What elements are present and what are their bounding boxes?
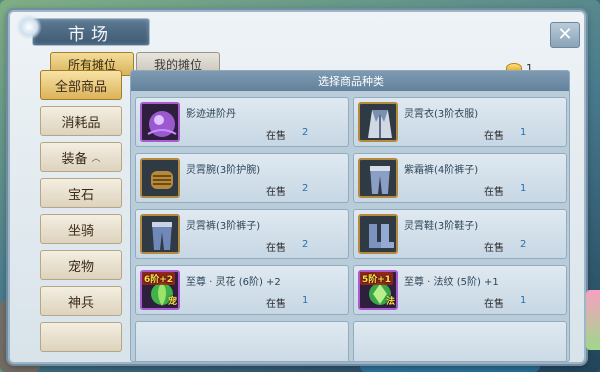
rank-tag: 5阶+1 [360,272,394,285]
item-count: 2 [520,239,527,250]
item-card[interactable]: 灵霄衣(3阶衣服) 在售 1 [353,97,567,147]
sidebar-item-gems[interactable]: 宝石 [40,178,122,208]
item-status: 在售 [484,187,504,198]
item-card-partial[interactable] [353,321,567,361]
item-name: 紫霜裤(4阶裤子) [404,165,479,176]
item-status: 在售 [266,299,286,310]
sidebar-item-label: 宠物 [67,259,94,275]
sidebar-item-equipment[interactable]: 装备 ︿ [40,142,122,172]
item-name: 至尊 · 法纹 (5阶) +1 [404,277,499,288]
item-card-partial[interactable] [135,321,349,361]
robe-icon [358,102,398,142]
chevron-up-icon: ︿ [91,153,101,164]
item-card[interactable]: 灵霄鞋(3阶鞋子) 在售 2 [353,209,567,259]
sidebar-item-label: 神兵 [67,295,94,311]
spirit-flower-icon: 6阶+2 宠 [140,270,180,310]
sidebar-item-label: 全部商品 [54,79,107,95]
item-name: 灵霄鞋(3阶鞋子) [404,221,479,232]
item-count: 2 [302,239,309,250]
edge-widget[interactable] [586,290,600,350]
sidebar-item-label: 宝石 [67,187,94,203]
item-count: 1 [520,295,527,306]
sidebar-item-pets[interactable]: 宠物 [40,250,122,280]
category-sidebar[interactable]: 全部商品 消耗品 装备 ︿ 宝石 坐骑 宠物 神兵 [36,68,128,372]
item-name: 灵霄衣(3阶衣服) [404,109,479,120]
item-name: 影迹进阶丹 [186,109,236,120]
pants-icon [358,158,398,198]
sidebar-item-divine-weapons[interactable]: 神兵 [40,286,122,316]
sidebar-item-all[interactable]: 全部商品 [40,70,122,100]
item-name: 灵霄腕(3阶护腕) [186,165,261,176]
item-card[interactable]: 紫霜裤(4阶裤子) 在售 1 [353,153,567,203]
item-count: 1 [520,127,527,138]
sidebar-item-consumables[interactable]: 消耗品 [40,106,122,136]
item-status: 在售 [266,243,286,254]
flower-ornament-icon [16,14,42,40]
rune-icon: 5阶+1 法 [358,270,398,310]
rank-char: 宠 [167,297,177,307]
item-status: 在售 [484,299,504,310]
sidebar-item-label: 装备 [61,151,88,167]
item-count: 2 [302,127,309,138]
item-list: 选择商品种类 影迹进阶丹 在售 2 灵霄衣(3阶衣服) 在售 1 灵霄腕(3阶护… [130,70,570,362]
sidebar-item-mounts[interactable]: 坐骑 [40,214,122,244]
content-header-text: 选择商品种类 [318,75,384,88]
item-card[interactable]: 影迹进阶丹 在售 2 [135,97,349,147]
item-card[interactable]: 5阶+1 法 至尊 · 法纹 (5阶) +1 在售 1 [353,265,567,315]
item-status: 在售 [484,131,504,142]
item-status: 在售 [266,131,286,142]
window-title: 市场 [32,18,150,46]
item-name: 至尊 · 灵花 (6阶) +2 [186,277,281,288]
pants-icon [140,214,180,254]
item-card[interactable]: 灵霄裤(3阶裤子) 在售 2 [135,209,349,259]
window-title-text: 市场 [68,24,114,45]
rank-char: 法 [385,297,395,307]
sidebar-item-partial[interactable] [40,322,122,352]
item-status: 在售 [484,243,504,254]
item-count: 1 [520,183,527,194]
item-card[interactable]: 灵霄腕(3阶护腕) 在售 2 [135,153,349,203]
rank-tag: 6阶+2 [142,272,176,285]
item-count: 2 [302,183,309,194]
close-icon: ✕ [557,24,573,45]
item-name: 灵霄裤(3阶裤子) [186,221,261,232]
close-button[interactable]: ✕ [550,22,580,48]
bracer-icon [140,158,180,198]
item-status: 在售 [266,187,286,198]
item-count: 1 [302,295,309,306]
item-card[interactable]: 6阶+2 宠 至尊 · 灵花 (6阶) +2 在售 1 [135,265,349,315]
sidebar-item-label: 坐骑 [67,223,94,239]
content-header: 选择商品种类 [131,71,569,91]
purple-orb-icon [140,102,180,142]
boots-icon [358,214,398,254]
sidebar-item-label: 消耗品 [61,115,101,131]
